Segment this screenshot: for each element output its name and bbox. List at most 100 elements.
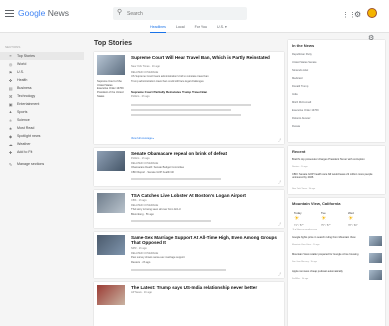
avatar[interactable] <box>367 8 377 18</box>
manage-sections-link[interactable]: ✎ Manage sections <box>0 160 84 168</box>
header-tabs: Headlines Local For You U.S. ▾ <box>150 22 227 33</box>
story-snippet[interactable]: US Supreme Court hears administration's … <box>131 75 281 78</box>
story-card[interactable]: Same-Sex Marriage Support At All-Time Hi… <box>94 232 284 278</box>
text-line <box>131 269 226 271</box>
local-news-source: San Jose Mercury · 3h ago <box>292 261 317 263</box>
sidebar-item-weather[interactable]: ☁ Weather <box>0 140 84 148</box>
sidebar-item-label: Technology <box>17 94 36 98</box>
recent-item[interactable]: Brazil's top prosecutor charges Presiden… <box>292 158 380 161</box>
logo-news-text: News <box>47 8 70 18</box>
topic-link[interactable]: Donald Trump <box>292 85 308 88</box>
story-headline[interactable]: Senate Obamacare repeal on brink of defe… <box>131 151 281 156</box>
in-the-news-title: In the News <box>292 43 315 48</box>
share-icon[interactable]: ⤴ <box>278 180 281 184</box>
story-card[interactable]: The Latest: Trump says US-India relation… <box>94 282 284 326</box>
story-image[interactable] <box>97 55 125 75</box>
related-label: RELATED COVERAGE <box>131 71 159 74</box>
tab-local[interactable]: Local <box>176 22 185 33</box>
recent-card: Recent Brazil's top prosecutor charges P… <box>288 146 385 194</box>
story-snippet[interactable]: CBO Report · Senate GOP health bill <box>131 171 281 174</box>
location-title: Mountain View, California <box>292 201 341 206</box>
app-logo[interactable]: Google News <box>18 8 69 18</box>
local-news-source: 9to5Mac · 5h ago <box>292 278 309 280</box>
sidebar-item-business[interactable]: ▤ Business <box>0 84 84 92</box>
search-input[interactable] <box>127 7 242 20</box>
tab-region[interactable]: U.S. ▾ <box>217 22 227 33</box>
story-snippet[interactable]: Reuters · 2h ago <box>131 261 281 264</box>
sidebar-item-world[interactable]: ◎ World <box>0 60 84 68</box>
sidebar-item-sports[interactable]: ▲ Sports <box>0 108 84 116</box>
gear-icon[interactable]: ⚙ <box>354 10 361 19</box>
sidebar-item-most-read[interactable]: ★ Most Read <box>0 124 84 132</box>
share-icon[interactable]: ⤴ <box>278 138 281 142</box>
search-box[interactable]: ⚲ <box>113 7 247 20</box>
view-full-coverage-link[interactable]: View full coverage ▸ <box>131 137 281 140</box>
topic-link[interactable]: United States Senate <box>292 61 317 64</box>
topic-link[interactable]: Nintendo Ariel <box>292 69 308 72</box>
related-headline[interactable]: Supreme Court Partially Reinstates Trump… <box>131 90 281 94</box>
share-icon[interactable]: ⤴ <box>278 272 281 276</box>
edit-icon: ✎ <box>8 162 13 167</box>
story-meta: Politico · 1h ago <box>131 157 150 160</box>
story-image[interactable] <box>97 193 125 213</box>
topic-link[interactable]: Medicaid <box>292 77 302 80</box>
local-news-image[interactable] <box>369 270 382 280</box>
topic-link[interactable]: Roberto Alvarez <box>292 117 310 120</box>
topic-tag[interactable]: President of the United States <box>97 91 127 98</box>
sidebar-item-spotlight[interactable]: ◆ Spotlight news <box>0 132 84 140</box>
story-headline[interactable]: The Latest: Trump says US-India relation… <box>131 285 281 290</box>
story-snippet[interactable]: Obamacare Death: Senate Budget Committee <box>131 166 281 169</box>
topic-link[interactable]: Executive Order 13769 <box>292 109 319 112</box>
story-snippet[interactable]: Pew survey shows same-sex marriage suppo… <box>131 256 281 259</box>
sidebar-item-label: Top Stories <box>17 54 35 58</box>
tab-for-you[interactable]: For You <box>195 22 207 33</box>
recent-source: New York Times · 3h ago <box>292 188 316 190</box>
text-line <box>131 109 231 111</box>
related-label: RELATED COVERAGE <box>131 162 159 165</box>
local-news-image[interactable] <box>369 253 382 263</box>
topic-link[interactable]: Republican Party <box>292 53 312 56</box>
menu-icon[interactable] <box>5 10 14 17</box>
share-icon[interactable]: ⤴ <box>278 222 281 226</box>
sidebar-item-add[interactable]: ✚ Add to Fit <box>0 148 84 156</box>
sidebar-item-technology[interactable]: ⌘ Technology <box>0 92 84 100</box>
story-snippet[interactable]: Trump administration travel ban could st… <box>131 80 281 83</box>
story-image[interactable] <box>97 285 125 305</box>
recent-item[interactable]: CBO: Senate GOP health care bill would l… <box>292 173 380 180</box>
globe-icon: ◎ <box>8 62 13 67</box>
top-app-bar: Google News ⚲ Headlines Local For You U.… <box>0 0 389 33</box>
story-headline[interactable]: TSA Catches Live Lobster At Boston's Log… <box>131 193 281 198</box>
related-label: RELATED COVERAGE <box>131 204 159 207</box>
story-image[interactable] <box>97 151 125 171</box>
story-snippet[interactable]: Bloomberg · 5h ago <box>131 213 281 216</box>
topic-link[interactable]: India <box>292 93 298 96</box>
sidebar-item-label: Weather <box>17 142 31 146</box>
sidebar-item-top-stories[interactable]: ≡ Top Stories <box>0 52 84 60</box>
local-news-item[interactable]: Apple removes cheap podcast automaticall… <box>292 270 362 273</box>
story-image[interactable] <box>97 235 125 255</box>
story-meta: AP News · 1h ago <box>131 291 152 294</box>
sidebar-item-us[interactable]: ⚑ U.S. <box>0 68 84 76</box>
local-weather-card: Mountain View, California Today ☀ 71° / … <box>288 198 385 326</box>
sidebar-item-health[interactable]: ✤ Health <box>0 76 84 84</box>
sidebar-item-label: Spotlight news <box>17 134 41 138</box>
local-news-item[interactable]: Mountain View retailer prepared for Goog… <box>292 253 362 256</box>
topic-link[interactable]: Russia <box>292 125 300 128</box>
cloud-icon: ☁ <box>8 142 13 147</box>
story-headline[interactable]: Same-Sex Marriage Support At All-Time Hi… <box>131 235 281 246</box>
topic-link[interactable]: Mitch McConnell <box>292 101 311 104</box>
sidebar-item-entertainment[interactable]: ▣ Entertainment <box>0 100 84 108</box>
story-card[interactable]: TSA Catches Live Lobster At Boston's Log… <box>94 190 284 228</box>
tab-headlines[interactable]: Headlines <box>150 22 166 33</box>
story-card[interactable]: Senate Obamacare repeal on brink of defe… <box>94 148 284 186</box>
story-headline[interactable]: Supreme Court Will Hear Travel Ban, Whic… <box>131 55 281 60</box>
local-news-item[interactable]: Google fights price in search ruling fro… <box>292 236 362 239</box>
sidebar-item-label: Most Read <box>17 126 35 130</box>
weather-units[interactable]: °F ● Show on weather.com <box>292 229 317 231</box>
sidebar-item-science[interactable]: ⚛ Science <box>0 116 84 124</box>
story-snippet[interactable]: TSA story is being seen all over from AC… <box>131 208 281 211</box>
sidebar-item-label: Business <box>17 86 32 90</box>
local-news-image[interactable] <box>369 236 382 246</box>
main-content: Top Stories Supreme Court Will Hear Trav… <box>94 40 284 326</box>
story-card[interactable]: Supreme Court Will Hear Travel Ban, Whic… <box>94 52 284 144</box>
